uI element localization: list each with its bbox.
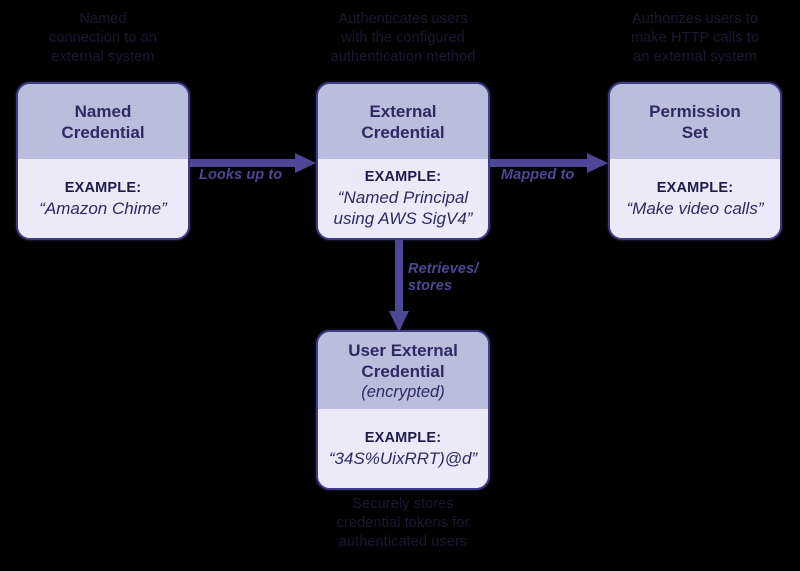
node-permission-set[interactable]: Permission Set EXAMPLE: “Make video call… (608, 82, 782, 240)
node-permission-set-header: Permission Set (610, 84, 780, 159)
node-external-credential-example-value: “Named Principal using AWS SigV4” (333, 188, 473, 228)
connector-mapped-to-label: Mapped to (501, 167, 575, 183)
node-external-credential-header: External Credential (318, 84, 488, 159)
node-user-external-credential-title: User External Credential (348, 340, 458, 381)
diagram-canvas: Named connection to an external system A… (0, 0, 800, 571)
node-user-external-credential-example-label: EXAMPLE: (364, 430, 442, 446)
node-external-credential-title: External Credential (361, 101, 445, 142)
caption-user-external-credential: Securely stores credential tokens for au… (336, 496, 470, 550)
node-permission-set-example-label: EXAMPLE: (656, 179, 734, 196)
caption-permission-set: Authorizes users to make HTTP calls to a… (630, 11, 760, 65)
node-named-credential-example-value: “Amazon Chime” (39, 198, 167, 218)
node-permission-set-example-value: “Make video calls” (626, 198, 764, 218)
node-named-credential-example-label: EXAMPLE: (64, 179, 142, 196)
node-permission-set-title: Permission Set (649, 101, 741, 142)
node-user-external-credential[interactable]: User External Credential (encrypted) EXA… (316, 330, 490, 490)
node-external-credential-body: EXAMPLE: “Named Principal using AWS SigV… (318, 159, 488, 238)
node-external-credential-example-label: EXAMPLE: (364, 169, 442, 185)
node-named-credential-title: Named Credential (61, 101, 145, 142)
node-user-external-credential-example-value: “34S%UixRRT)@d” (328, 449, 478, 468)
node-user-external-credential-subtitle: (encrypted) (361, 382, 445, 401)
node-user-external-credential-body: EXAMPLE: “34S%UixRRT)@d” (318, 409, 488, 488)
node-named-credential-body: EXAMPLE: “Amazon Chime” (18, 159, 188, 238)
node-user-external-credential-header: User External Credential (encrypted) (318, 332, 488, 409)
connector-looks-up-to-label: Looks up to (199, 167, 283, 183)
caption-named-credential: Named connection to an external system (48, 11, 157, 65)
caption-external-credential: Authenticates users with the configured … (330, 11, 476, 65)
node-named-credential[interactable]: Named Credential EXAMPLE: “Amazon Chime” (16, 82, 190, 240)
node-permission-set-body: EXAMPLE: “Make video calls” (610, 159, 780, 238)
node-named-credential-header: Named Credential (18, 84, 188, 159)
node-external-credential[interactable]: External Credential EXAMPLE: “Named Prin… (316, 82, 490, 240)
connector-retrieves-stores-label: Retrieves/ stores (408, 261, 479, 294)
